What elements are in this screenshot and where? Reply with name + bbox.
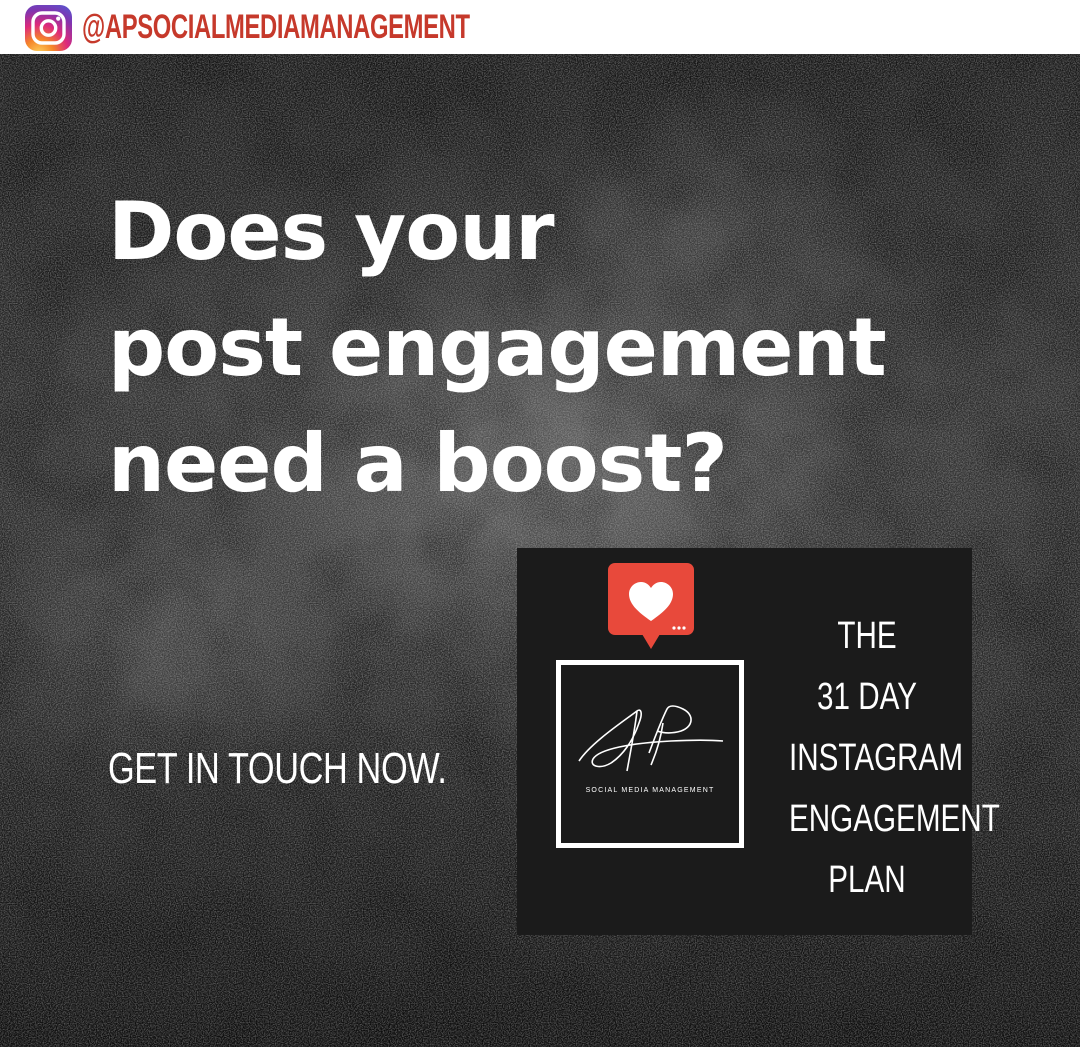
heart-notification-icon <box>608 563 694 649</box>
plan-title: THE 31 DAY INSTAGRAM ENGAGEMENT PLAN <box>767 606 1000 911</box>
headline-line-3: need a boost? <box>108 417 728 510</box>
plan-line-2: 31 DAY <box>817 676 917 718</box>
plan-line-4: ENGAGEMENT <box>789 798 1000 840</box>
headline-line-2: post engagement <box>108 301 887 394</box>
instagram-post: @APSOCIALMEDIAMANAGEMENT Does your post … <box>0 0 1080 1047</box>
plan-line-1: THE <box>837 615 897 657</box>
logo-subtitle: SOCIAL MEDIA MANAGEMENT <box>585 787 715 794</box>
plan-line-3: INSTAGRAM <box>789 737 964 779</box>
poster-background: Does your post engagement need a boost? … <box>0 54 1080 1047</box>
account-handle[interactable]: @APSOCIALMEDIAMANAGEMENT <box>82 2 470 52</box>
instagram-icon <box>25 5 72 51</box>
plan-line-5: PLAN <box>828 859 906 901</box>
headline-line-1: Does your <box>108 185 555 278</box>
headline: Does your post engagement need a boost? <box>108 174 1008 522</box>
account-handle-bar: @APSOCIALMEDIAMANAGEMENT <box>0 0 1080 54</box>
ap-signature-logo <box>578 705 724 772</box>
ap-logo: SOCIAL MEDIA MANAGEMENT <box>556 660 744 848</box>
engagement-plan-card: SOCIAL MEDIA MANAGEMENT THE 31 DAY INSTA… <box>517 548 1000 935</box>
call-to-action: GET IN TOUCH NOW. <box>108 744 447 793</box>
